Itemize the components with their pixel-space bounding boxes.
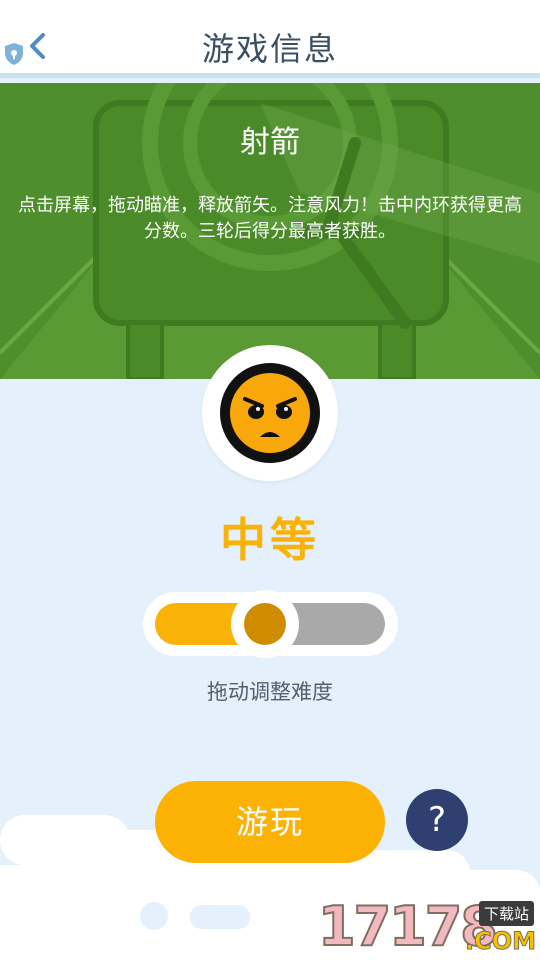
site-watermark: 17178 下载站 .COM (312, 895, 540, 960)
slider-hint: 拖动调整难度 (207, 680, 333, 704)
watermark-tag: 下载站 (478, 901, 534, 926)
watermark-suffix: .COM (464, 927, 536, 956)
page-title: 游戏信息 (201, 30, 338, 68)
difficulty-label: 中等 (220, 513, 320, 567)
header-bar: 游戏信息 (0, 0, 540, 78)
game-description: 点击屏幕，拖动瞄准，释放箭矢。注意风力！击中内环获得更高分数。三轮后得分最高者获… (18, 195, 522, 242)
help-button[interactable]: ? (406, 789, 468, 851)
play-button[interactable]: 游玩 (155, 781, 385, 863)
game-banner: 射箭 点击屏幕，拖动瞄准，释放箭矢。注意风力！击中内环获得更高分数。三轮后得分最… (0, 83, 540, 379)
game-name: 射箭 (240, 125, 300, 160)
difficulty-avatar (202, 345, 338, 481)
smirk-face-icon (220, 363, 320, 463)
difficulty-slider[interactable] (143, 590, 398, 658)
slider-handle[interactable] (231, 590, 299, 658)
